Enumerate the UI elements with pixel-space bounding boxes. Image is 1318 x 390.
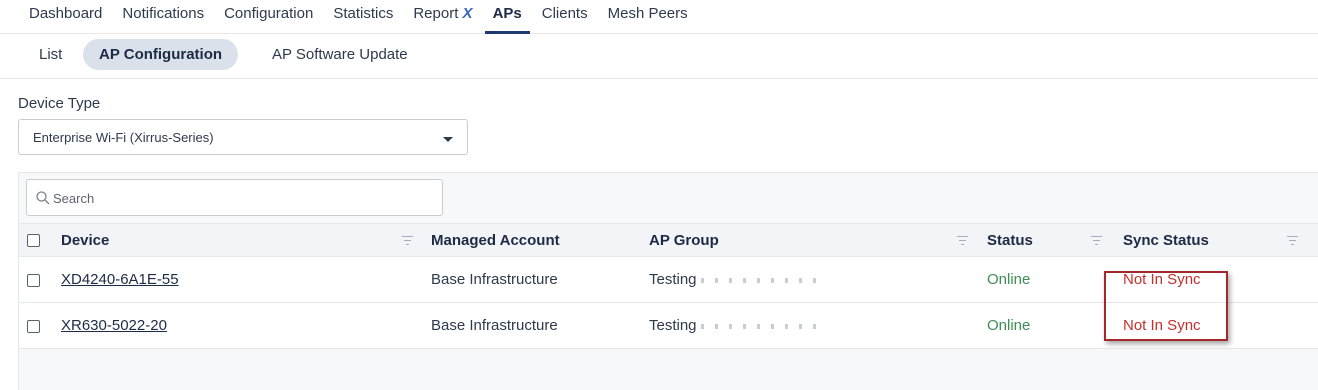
device-type-value: Enterprise Wi-Fi (Xirrus-Series) bbox=[33, 130, 214, 145]
nav-tab-clients[interactable]: Clients bbox=[532, 0, 598, 33]
select-all-checkbox[interactable] bbox=[27, 234, 40, 247]
redacted-text bbox=[700, 277, 816, 283]
status-cell: Online bbox=[987, 271, 1031, 288]
device-type-label: Device Type bbox=[18, 95, 101, 112]
subtab-ap-software-update[interactable]: AP Software Update bbox=[272, 39, 408, 70]
nav-tab-configuration[interactable]: Configuration bbox=[214, 0, 323, 33]
managed-account-cell: Base Infrastructure bbox=[431, 317, 558, 334]
nav-tab-report-x: X bbox=[462, 5, 473, 22]
caret-down-icon bbox=[443, 137, 453, 142]
table-header: Device Managed Account AP Group Status S… bbox=[19, 223, 1318, 257]
subtab-list[interactable]: List bbox=[39, 39, 62, 70]
filter-icon[interactable] bbox=[1091, 236, 1102, 245]
device-type-select[interactable]: Enterprise Wi-Fi (Xirrus-Series) bbox=[18, 119, 468, 155]
device-link[interactable]: XD4240-6A1E-55 bbox=[61, 271, 179, 288]
sync-status-cell: Not In Sync bbox=[1123, 317, 1201, 334]
row-checkbox[interactable] bbox=[27, 274, 40, 287]
column-header-managed-account[interactable]: Managed Account bbox=[431, 232, 560, 249]
nav-tab-reportx[interactable]: Report X bbox=[403, 0, 482, 33]
top-nav: Dashboard Notifications Configuration St… bbox=[0, 0, 1318, 34]
column-header-status[interactable]: Status bbox=[987, 232, 1033, 249]
table-row[interactable]: XD4240-6A1E-55 Base Infrastructure Testi… bbox=[19, 257, 1318, 303]
ap-table: Device Managed Account AP Group Status S… bbox=[18, 172, 1318, 390]
nav-tab-report-label: Report bbox=[413, 5, 459, 22]
nav-tab-aps[interactable]: APs bbox=[483, 0, 532, 34]
column-header-sync-status[interactable]: Sync Status bbox=[1123, 232, 1209, 249]
filter-icon[interactable] bbox=[402, 236, 413, 245]
managed-account-cell: Base Infrastructure bbox=[431, 271, 558, 288]
sub-nav: List AP Configuration AP Software Update bbox=[0, 34, 1318, 79]
ap-group-cell: Testing bbox=[649, 317, 821, 334]
ap-group-cell: Testing bbox=[649, 271, 816, 288]
table-row[interactable]: XR630-5022-20 Base Infrastructure Testin… bbox=[19, 303, 1318, 349]
ap-group-text: Testing bbox=[649, 317, 697, 334]
nav-tab-statistics[interactable]: Statistics bbox=[323, 0, 403, 33]
filter-icon[interactable] bbox=[957, 236, 968, 245]
ap-group-text: Testing bbox=[649, 271, 697, 288]
column-header-device[interactable]: Device bbox=[61, 232, 109, 249]
row-checkbox[interactable] bbox=[27, 320, 40, 333]
sync-status-cell: Not In Sync bbox=[1123, 271, 1201, 288]
nav-tab-dashboard[interactable]: Dashboard bbox=[0, 0, 112, 33]
status-cell: Online bbox=[987, 317, 1031, 334]
nav-tab-mesh-peers[interactable]: Mesh Peers bbox=[598, 0, 698, 33]
search-box[interactable] bbox=[26, 179, 443, 216]
column-header-ap-group[interactable]: AP Group bbox=[649, 232, 719, 249]
nav-tab-notifications[interactable]: Notifications bbox=[112, 0, 214, 33]
search-icon bbox=[36, 191, 50, 205]
device-link[interactable]: XR630-5022-20 bbox=[61, 317, 167, 334]
subtab-ap-configuration[interactable]: AP Configuration bbox=[83, 39, 239, 70]
redacted-text bbox=[700, 323, 821, 329]
search-input[interactable] bbox=[53, 188, 433, 208]
filter-icon[interactable] bbox=[1287, 236, 1298, 245]
